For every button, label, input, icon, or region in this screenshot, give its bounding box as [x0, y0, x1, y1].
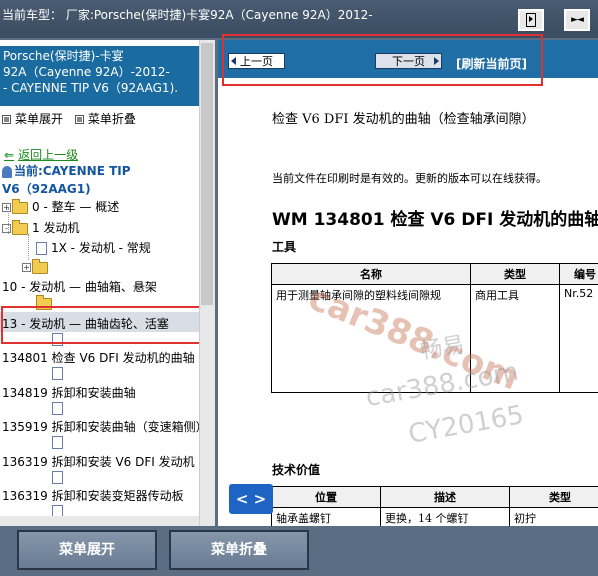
tree-item[interactable]	[52, 401, 67, 415]
table-header: 类型	[509, 486, 598, 508]
menu-collapse-label: 菜单折叠	[87, 112, 136, 126]
menu-expand-label: 菜单展开	[15, 112, 64, 126]
document-icon	[52, 367, 63, 380]
current-label: 当前:CAYENNE TIP	[14, 164, 131, 178]
menu-collapse-button[interactable]: 菜单折叠	[169, 530, 309, 570]
menu-row: 菜单展开 菜单折叠	[2, 110, 144, 127]
car-icon	[2, 165, 12, 178]
document-icon	[36, 242, 47, 255]
tree-item[interactable]: 134819 拆卸和安装曲轴	[2, 384, 136, 401]
tree-item[interactable]: 135919 拆卸和安装曲轴（变速箱侧）	[2, 418, 208, 435]
tree-item[interactable]	[52, 366, 67, 380]
menu-expand-button[interactable]: 菜单展开	[17, 530, 157, 570]
current-node: 当前:CAYENNE TIP V6（92AAG1)	[2, 162, 131, 198]
tree-item[interactable]: 134801 检查 V6 DFI 发动机的曲轴	[2, 349, 195, 366]
title-bar: 当前车型： 厂家:Porsche(保时捷)卡宴92A（Cayenne 92A）2…	[0, 0, 598, 38]
folder-open-icon	[12, 219, 28, 235]
table-row: 用于测量轴承间隙的塑料线间隙规 商用工具 Nr.52	[271, 284, 598, 393]
table-cell: 轴承盖螺钉	[271, 507, 381, 526]
car-info-box: Porsche(保时捷)-卡宴 92A（Cayenne 92A）-2012- -…	[0, 46, 199, 106]
document-panel: 上一页 下一页 [刷新当前页] 检查 V6 DFI 发动机的曲轴（检查轴承间隙）…	[218, 40, 598, 526]
car-info-line: 92A（Cayenne 92A）-2012-	[3, 65, 170, 79]
table-cell: 用于测量轴承间隙的塑料线间隙规	[271, 284, 471, 393]
split-view-button[interactable]: ►◄	[564, 9, 590, 31]
square-icon	[2, 115, 11, 124]
doc-subtitle: 检查 V6 DFI 发动机的曲轴（检查轴承间隙）	[272, 112, 535, 127]
tools-label: 工具	[272, 240, 297, 254]
menu-expand-link[interactable]: 菜单展开	[2, 112, 63, 126]
car-info-line: Porsche(保时捷)-卡宴	[3, 49, 124, 63]
horizontal-scrollbar[interactable]	[0, 516, 199, 526]
tech-table: 位置 描述 类型 轴承盖螺钉 更换，14 个螺钉 初拧	[271, 486, 598, 526]
square-icon	[74, 115, 84, 124]
scrollbar-thumb[interactable]	[201, 43, 213, 305]
expand-icon: +	[22, 263, 31, 272]
tech-label: 技术价值	[272, 463, 321, 477]
car-info-line: - CAYENNE TIP V6（92AAG1).	[3, 81, 179, 95]
menu-collapse-link[interactable]: 菜单折叠	[74, 112, 136, 126]
tree-item[interactable]: 136319 拆卸和安装 V6 DFI 发动机	[2, 453, 195, 470]
back-arrow-icon: ⇐	[4, 148, 15, 162]
tree-item[interactable]: +	[22, 258, 52, 274]
doc-heading: WM 134801 检查 V6 DFI 发动机的曲轴	[272, 210, 598, 230]
collapse-icon: -	[2, 224, 11, 233]
table-header: 编号	[559, 263, 598, 285]
arrow-right-icon	[526, 13, 536, 27]
folder-icon	[32, 258, 48, 274]
toggle-page-button[interactable]: < >	[229, 484, 273, 514]
table-cell: 商用工具	[470, 284, 560, 393]
table-header: 描述	[380, 486, 510, 508]
table-cell: 更换，14 个螺钉	[380, 507, 510, 526]
table-row: 轴承盖螺钉 更换，14 个螺钉 初拧	[271, 507, 598, 526]
current-label-2: V6（92AAG1)	[2, 182, 91, 196]
left-panel: Porsche(保时捷)-卡宴 92A（Cayenne 92A）-2012- -…	[0, 40, 215, 526]
tree-item[interactable]	[52, 435, 67, 449]
tree-item[interactable]: 136319 拆卸和安装变矩器传动板	[2, 487, 184, 504]
bottom-bar: 菜单展开 菜单折叠	[0, 526, 598, 576]
tree-item[interactable]: -1 发动机	[2, 219, 79, 236]
tools-table: 名称 类型 编号 用于测量轴承间隙的塑料线间隙规 商用工具 Nr.52	[271, 263, 598, 393]
table-cell: 初拧	[509, 507, 598, 526]
selection-highlight	[1, 306, 205, 344]
split-arrows-icon: ►◄	[571, 15, 584, 25]
table-header: 位置	[271, 486, 381, 508]
tree-item[interactable]: 1X - 发动机 - 常规	[36, 239, 151, 256]
toggle-left-panel-button[interactable]	[518, 9, 544, 31]
table-header: 名称	[271, 263, 471, 285]
tree-item[interactable]	[52, 470, 67, 484]
folder-icon	[12, 198, 28, 214]
document-icon	[52, 471, 63, 484]
tree-item[interactable]: 10 - 发动机 — 曲轴箱、悬架	[2, 278, 157, 295]
back-link[interactable]: ⇐ 返回上一级	[4, 146, 78, 163]
table-cell: Nr.52	[559, 284, 598, 393]
tree-item[interactable]: +0 - 整车 — 概述	[2, 198, 119, 215]
back-label: 返回上一级	[18, 148, 79, 162]
nav-highlight-box	[222, 34, 543, 86]
document-icon	[52, 402, 63, 415]
window-title: 当前车型： 厂家:Porsche(保时捷)卡宴92A（Cayenne 92A）2…	[2, 8, 373, 22]
vertical-scrollbar[interactable]	[199, 40, 215, 526]
expand-icon: +	[2, 203, 11, 212]
document-icon	[52, 436, 63, 449]
doc-notice: 当前文件在印刷时是有效的。更新的版本可以在线获得。	[272, 172, 547, 185]
table-header: 类型	[470, 263, 560, 285]
